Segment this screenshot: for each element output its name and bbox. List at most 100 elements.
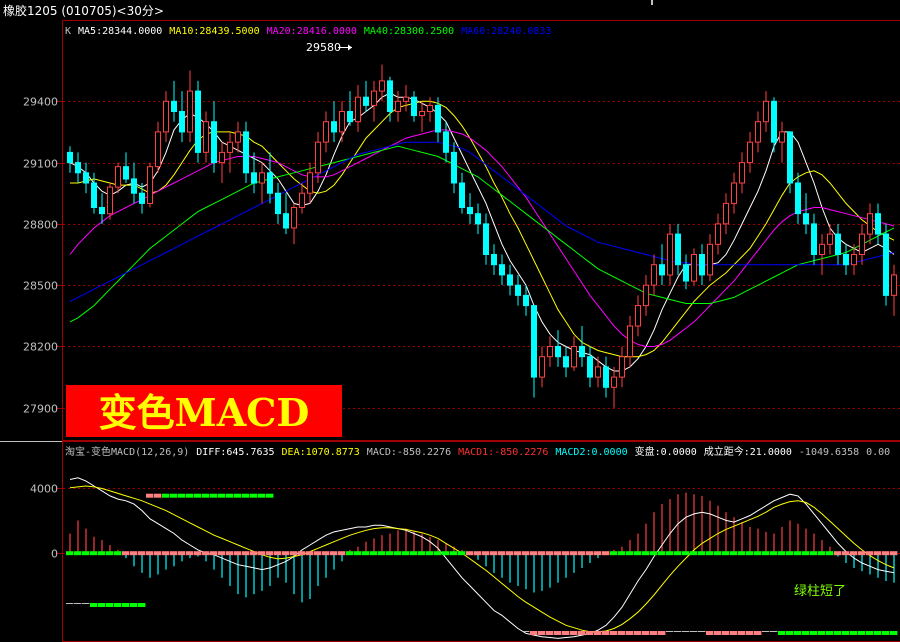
candle-up (739, 162, 745, 184)
signal-dot-lower-right (858, 631, 866, 635)
legend-item: 0.00 (866, 447, 890, 458)
ma-line-ma60 (69, 141, 895, 302)
candle-up (547, 346, 553, 358)
zero-line-dot (186, 551, 194, 556)
legend-item: MACD1:-850.2276 (458, 447, 548, 458)
candle-up (595, 366, 601, 378)
zero-line-dot (258, 551, 266, 556)
signal-dot-upper (258, 493, 266, 498)
zero-line-dot (450, 551, 458, 556)
signal-dot-lower-right (802, 631, 810, 635)
zero-line-dot (274, 551, 282, 556)
signal-dot-upper (242, 493, 250, 498)
signal-dot-lower-left (138, 603, 146, 607)
candle-down (211, 121, 217, 164)
zero-line-dot (194, 551, 202, 556)
signal-dot-lower-right (610, 631, 618, 635)
signal-dot-lower-right (722, 631, 730, 635)
zero-line-dot (634, 551, 642, 556)
zero-line-dot (482, 551, 490, 556)
zero-line-dot (130, 551, 138, 556)
signal-dot-lower-right (522, 631, 530, 632)
candle-up (155, 131, 161, 168)
candle-down (683, 264, 689, 282)
signal-dot-upper (218, 493, 226, 498)
zero-line-dot (250, 551, 258, 556)
zero-line-dot (146, 551, 154, 556)
signal-dot-lower-left (74, 603, 82, 604)
legend-item: MA60:28240.0833 (461, 26, 551, 37)
zero-line-dot (658, 551, 666, 556)
candle-up (427, 104, 433, 113)
signal-dot-lower-right (850, 631, 858, 635)
zero-line-dot (466, 551, 474, 556)
candle-down (563, 356, 569, 368)
candle-up (667, 233, 673, 276)
zero-line-dot (354, 551, 362, 556)
main-y-tick-label: 28200 (23, 341, 58, 354)
signal-dot-lower-right (642, 631, 650, 635)
main-panel-frame (62, 20, 900, 441)
zero-line-dot (522, 551, 530, 556)
candle-down (195, 90, 201, 153)
signal-dot-lower-left (114, 603, 122, 607)
title-bar-divider (651, 0, 653, 5)
zero-line-dot (234, 551, 242, 556)
signal-dot-upper (234, 493, 242, 498)
signal-dot-lower-right (570, 631, 578, 635)
sub-y-tick-label: 4000 (30, 483, 58, 496)
signal-dot-lower-right (530, 631, 538, 635)
signal-dot-upper (154, 493, 162, 498)
signal-dot-upper (210, 493, 218, 498)
candle-up (635, 305, 641, 327)
candle-down (243, 131, 249, 174)
zero-line-dot (850, 551, 858, 556)
signal-dot-upper (266, 493, 274, 498)
signal-dot-lower-left (122, 603, 130, 607)
candle-up (203, 121, 209, 153)
zero-line-dot (418, 551, 426, 556)
signal-dot-lower-left (106, 603, 114, 607)
legend-item: -1049.6358 (799, 447, 859, 458)
zero-line-dot (570, 551, 578, 556)
candle-up (619, 356, 625, 378)
candle-up (219, 151, 225, 164)
zero-line-dot (282, 551, 290, 556)
moving-average-lines (69, 92, 895, 372)
candle-up (539, 356, 545, 378)
zero-line-dot (346, 551, 354, 556)
zero-line-dot (818, 551, 826, 556)
zero-line-dot (738, 551, 746, 556)
legend-item: MACD2:0.0000 (555, 447, 627, 458)
candle-down (331, 121, 337, 133)
zero-line-dot (314, 551, 322, 556)
legend-item: 成立距今:21.0000 (704, 445, 792, 458)
signal-dot-lower-right (762, 631, 770, 632)
candle-down (803, 213, 809, 225)
zero-line-dot (586, 551, 594, 556)
candle-down (795, 182, 801, 215)
zero-line-dot (786, 551, 794, 556)
signal-dot-lower-right (738, 631, 746, 635)
zero-line-dot (210, 551, 218, 556)
zero-line-dot (730, 551, 738, 556)
candle-down (475, 213, 481, 225)
signal-dot-lower-right (626, 631, 634, 635)
candle-down (283, 213, 289, 229)
candle-down (499, 264, 505, 276)
candle-up (163, 100, 169, 133)
zero-line-dot (682, 551, 690, 556)
candle-down (787, 131, 793, 184)
macd-diff-line (69, 477, 895, 639)
zero-line-dot (554, 551, 562, 556)
main-legend: K MA5:28344.0000 MA10:28439.5000 MA20:28416… (65, 26, 552, 37)
zero-line-dot (674, 551, 682, 556)
zero-line-dot (106, 551, 114, 556)
main-y-tick-label: 29100 (23, 158, 58, 171)
legend-item: MACD:-850.2276 (367, 447, 451, 458)
candle-up (299, 192, 305, 208)
candle-up (723, 202, 729, 225)
zero-line-dot (802, 551, 810, 556)
candle-down (67, 151, 73, 164)
candle-down (435, 104, 441, 133)
